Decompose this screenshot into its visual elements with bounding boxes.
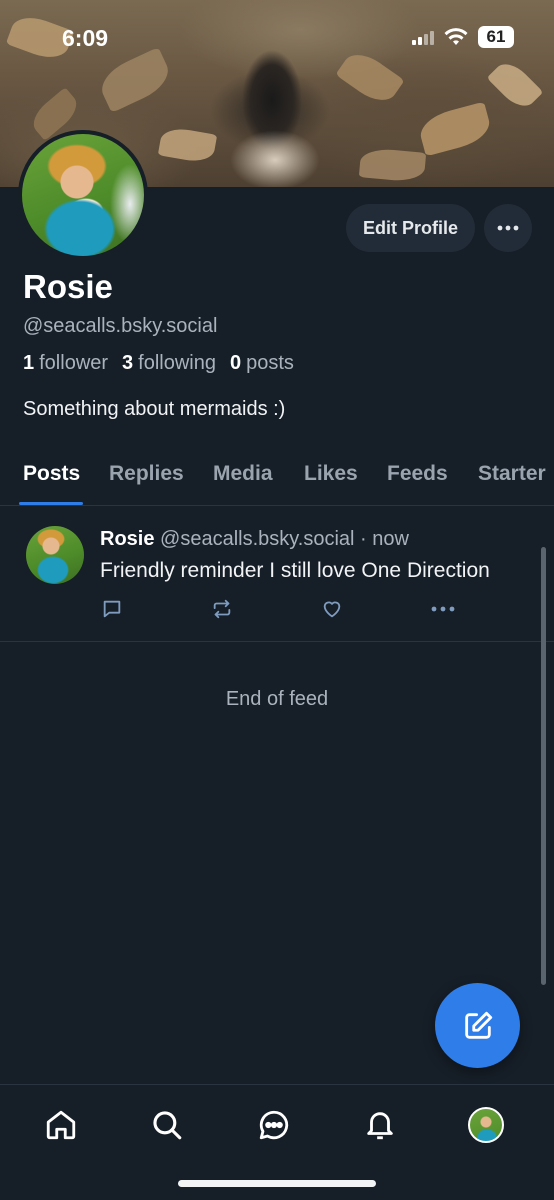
following-count: 3 [122,352,134,374]
signal-icon [412,31,434,45]
post-separator: · [360,528,367,550]
post-author[interactable]: Rosie [100,528,154,550]
tab-media[interactable]: Media [213,462,273,486]
like-button[interactable] [320,597,344,621]
profile-handle: @seacalls.bsky.social [23,315,218,337]
post-more-button[interactable] [431,597,455,621]
profile-stats: 1 follower 3 following 0 posts [23,352,302,375]
nav-chat[interactable] [254,1105,294,1145]
status-bar: 6:09 61 [0,0,554,70]
reply-icon [103,600,121,618]
tab-likes[interactable]: Likes [304,462,358,486]
tab-replies[interactable]: Replies [109,462,184,486]
banner-dog-chest [230,130,320,187]
followers-count: 1 [23,352,35,374]
following-label: following [138,352,216,374]
search-icon [153,1111,182,1140]
profile-tabs: Posts Replies Media Likes Feeds Starter [0,450,554,506]
nav-search[interactable] [147,1105,187,1145]
heart-icon [323,601,341,618]
bell-icon [367,1112,393,1140]
compose-icon [464,1011,492,1039]
profile-more-button[interactable] [484,204,532,252]
nav-avatar [468,1107,504,1143]
compose-button[interactable] [435,983,520,1068]
scrollbar[interactable] [541,547,546,985]
leaf [157,125,218,165]
display-name: Rosie [23,268,113,305]
nav-notifications[interactable] [360,1105,400,1145]
profile-avatar[interactable] [18,130,148,260]
status-time: 6:09 [62,25,109,51]
post-time: now [372,528,409,550]
tab-feeds[interactable]: Feeds [387,462,448,486]
repost-icon [213,599,231,619]
feed-post[interactable]: Rosie @seacalls.bsky.social · now Friend… [0,507,554,642]
leaf [358,147,427,183]
end-of-feed-label: End of feed [225,688,329,710]
tab-posts[interactable]: Posts [23,462,80,486]
repost-button[interactable] [210,597,234,621]
post-actions [100,597,460,621]
battery-indicator: 61 [478,26,514,48]
post-handle[interactable]: @seacalls.bsky.social [160,528,354,550]
status-icons: 61 [412,26,514,48]
chat-icon [259,1110,289,1140]
following-stat[interactable]: 3 following [122,352,216,375]
active-tab-indicator [19,502,83,505]
followers-stat[interactable]: 1 follower [23,352,108,375]
home-indicator[interactable] [178,1180,376,1187]
more-icon [497,225,519,231]
nav-home[interactable] [41,1105,81,1145]
edit-profile-button[interactable]: Edit Profile [346,204,475,252]
posts-count: 0 [230,352,242,374]
reply-button[interactable] [100,597,124,621]
posts-label: posts [246,352,294,374]
tab-starter[interactable]: Starter [478,462,546,486]
home-icon [46,1110,76,1140]
profile-bio: Something about mermaids :) [23,398,286,420]
leaf [416,101,494,157]
more-icon [431,606,455,612]
post-header: Rosie @seacalls.bsky.social · now [100,528,409,551]
wifi-icon [444,28,468,45]
posts-stat: 0 posts [230,352,294,375]
post-avatar[interactable] [26,526,84,584]
post-text: Friendly reminder I still love One Direc… [100,559,490,582]
nav-profile[interactable] [466,1105,506,1145]
followers-label: follower [39,352,109,374]
